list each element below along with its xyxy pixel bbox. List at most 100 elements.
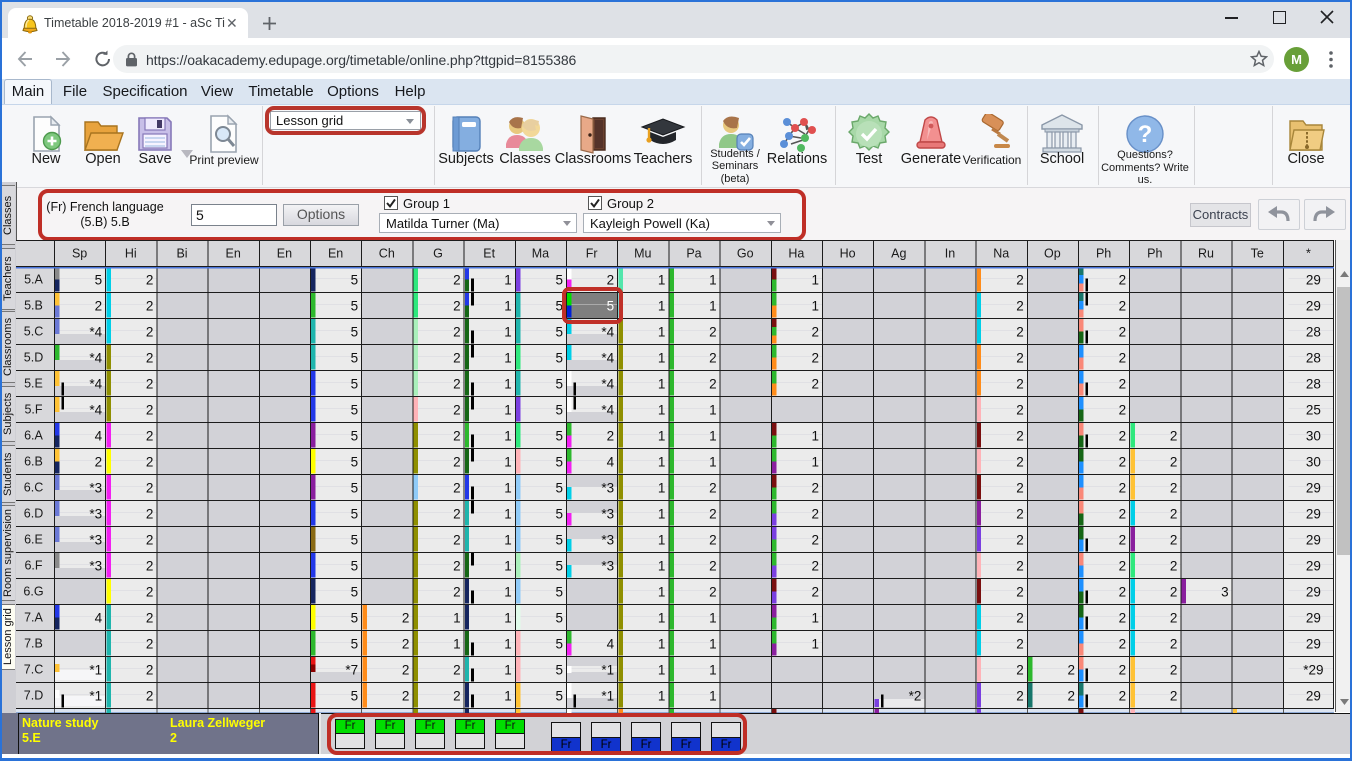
svg-text:7.D: 7.D — [24, 689, 43, 703]
svg-text:*4: *4 — [601, 377, 614, 392]
svg-text:2: 2 — [1170, 663, 1178, 678]
svg-text:1: 1 — [709, 299, 717, 314]
svg-text:5: 5 — [555, 585, 563, 600]
svg-text:5.D: 5.D — [24, 351, 43, 365]
svg-text:2: 2 — [146, 273, 154, 288]
svg-text:*4: *4 — [89, 325, 102, 340]
svg-text:2: 2 — [1119, 351, 1127, 366]
svg-text:1: 1 — [709, 455, 717, 470]
svg-text:1: 1 — [658, 689, 666, 704]
svg-text:*3: *3 — [601, 533, 614, 548]
svg-text:*4: *4 — [89, 377, 102, 392]
svg-text:1: 1 — [658, 507, 666, 522]
svg-text:*: * — [1306, 247, 1311, 261]
svg-text:2: 2 — [146, 637, 154, 652]
svg-text:2: 2 — [811, 507, 819, 522]
svg-text:2: 2 — [1119, 689, 1127, 704]
svg-text:2: 2 — [1016, 585, 1024, 600]
svg-text:2: 2 — [1016, 429, 1024, 444]
svg-text:2: 2 — [1170, 611, 1178, 626]
svg-text:1: 1 — [504, 299, 512, 314]
svg-text:2: 2 — [607, 273, 615, 288]
svg-text:1: 1 — [658, 455, 666, 470]
svg-text:2: 2 — [1016, 455, 1024, 470]
svg-text:*3: *3 — [89, 507, 102, 522]
svg-text:2: 2 — [453, 429, 461, 444]
svg-text:2: 2 — [1170, 533, 1178, 548]
svg-text:2: 2 — [1016, 637, 1024, 652]
svg-text:5.A: 5.A — [24, 273, 43, 287]
svg-text:2: 2 — [811, 351, 819, 366]
svg-text:?: ? — [1138, 121, 1153, 148]
svg-text:2: 2 — [146, 325, 154, 340]
svg-text:5: 5 — [555, 689, 563, 704]
svg-text:*1: *1 — [89, 689, 102, 704]
svg-text:2: 2 — [146, 377, 154, 392]
svg-text:1: 1 — [504, 533, 512, 548]
svg-text:1: 1 — [658, 273, 666, 288]
svg-text:2: 2 — [453, 273, 461, 288]
svg-text:5: 5 — [351, 481, 359, 496]
svg-text:2: 2 — [453, 533, 461, 548]
svg-text:Ma: Ma — [532, 247, 549, 261]
svg-text:*4: *4 — [89, 403, 102, 418]
svg-text:5: 5 — [555, 299, 563, 314]
svg-text:2: 2 — [146, 481, 154, 496]
svg-text:2: 2 — [402, 611, 410, 626]
svg-text:5: 5 — [555, 663, 563, 678]
svg-text:4: 4 — [607, 455, 615, 470]
svg-text:5: 5 — [95, 273, 103, 288]
svg-text:1: 1 — [709, 637, 717, 652]
svg-text:28: 28 — [1306, 325, 1321, 340]
svg-text:*4: *4 — [601, 351, 614, 366]
svg-text:30: 30 — [1306, 429, 1321, 444]
svg-text:2: 2 — [811, 585, 819, 600]
svg-text:1: 1 — [504, 377, 512, 392]
svg-text:Ph: Ph — [1096, 247, 1111, 261]
svg-text:1: 1 — [504, 273, 512, 288]
svg-text:1: 1 — [658, 611, 666, 626]
svg-text:29: 29 — [1306, 507, 1321, 522]
svg-text:2: 2 — [811, 325, 819, 340]
svg-text:1: 1 — [504, 689, 512, 704]
svg-text:2: 2 — [146, 689, 154, 704]
svg-text:2: 2 — [1170, 637, 1178, 652]
svg-text:2: 2 — [811, 559, 819, 574]
svg-text:1: 1 — [658, 351, 666, 366]
svg-text:29: 29 — [1306, 585, 1321, 600]
svg-text:*1: *1 — [601, 689, 614, 704]
svg-text:G: G — [433, 247, 443, 261]
svg-text:1: 1 — [811, 299, 819, 314]
svg-text:2: 2 — [95, 299, 103, 314]
svg-text:2: 2 — [1016, 663, 1024, 678]
svg-text:4: 4 — [95, 429, 103, 444]
svg-text:2: 2 — [1119, 663, 1127, 678]
svg-text:5: 5 — [555, 559, 563, 574]
svg-text:2: 2 — [146, 585, 154, 600]
svg-text:2: 2 — [1170, 689, 1178, 704]
svg-text:1: 1 — [658, 663, 666, 678]
svg-text:2: 2 — [95, 455, 103, 470]
svg-text:2: 2 — [1119, 455, 1127, 470]
svg-text:1: 1 — [504, 429, 512, 444]
svg-text:1: 1 — [811, 611, 819, 626]
svg-text:*3: *3 — [601, 559, 614, 574]
svg-text:2: 2 — [1016, 273, 1024, 288]
svg-text:5.C: 5.C — [24, 325, 43, 339]
svg-text:1: 1 — [811, 429, 819, 444]
svg-text:Ch: Ch — [379, 247, 395, 261]
svg-text:5: 5 — [351, 507, 359, 522]
svg-text:Ha: Ha — [788, 247, 804, 261]
svg-text:2: 2 — [1119, 507, 1127, 522]
svg-text:5: 5 — [555, 273, 563, 288]
svg-text:2: 2 — [146, 455, 154, 470]
svg-text:5: 5 — [555, 455, 563, 470]
svg-text:2: 2 — [402, 663, 410, 678]
svg-text:2: 2 — [1016, 689, 1024, 704]
svg-text:5: 5 — [555, 403, 563, 418]
svg-text:5: 5 — [607, 299, 615, 314]
svg-text:*4: *4 — [601, 325, 614, 340]
svg-text:1: 1 — [658, 325, 666, 340]
svg-text:2: 2 — [1119, 429, 1127, 444]
svg-text:2: 2 — [607, 429, 615, 444]
